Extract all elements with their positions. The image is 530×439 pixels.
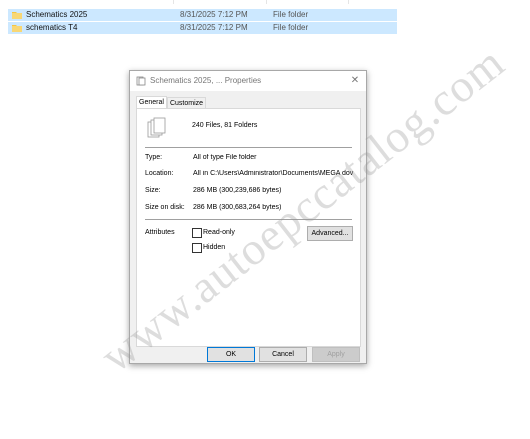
size-on-disk-label: Size on disk: bbox=[145, 204, 185, 211]
file-row-schematics-2025[interactable]: Schematics 2025 8/31/2025 7:12 PM File f… bbox=[8, 9, 397, 21]
file-name: Schematics 2025 bbox=[26, 10, 88, 19]
cancel-button[interactable]: Cancel bbox=[259, 347, 307, 362]
size-value: 286 MB (300,239,686 bytes) bbox=[193, 187, 282, 194]
readonly-checkbox[interactable] bbox=[192, 228, 202, 238]
location-label: Location: bbox=[145, 170, 174, 177]
apply-button[interactable]: Apply bbox=[312, 347, 360, 362]
general-panel: 240 Files, 81 Folders Type: All of type … bbox=[136, 108, 361, 347]
summary-text: 240 Files, 81 Folders bbox=[192, 122, 258, 129]
advanced-button[interactable]: Advanced... bbox=[307, 226, 353, 241]
hidden-checkbox[interactable] bbox=[192, 243, 202, 253]
properties-dialog: Schematics 2025, ... Properties ✕ Genera… bbox=[129, 70, 367, 364]
file-type: File folder bbox=[273, 23, 309, 32]
size-label: Size: bbox=[145, 187, 161, 194]
column-separator bbox=[266, 0, 267, 4]
dialog-title: Schematics 2025, ... Properties bbox=[150, 76, 262, 85]
hidden-label: Hidden bbox=[203, 244, 226, 251]
folder-properties-icon bbox=[136, 76, 146, 86]
type-value: All of type File folder bbox=[193, 154, 257, 161]
folder-icon bbox=[12, 24, 22, 32]
multiple-files-icon bbox=[147, 117, 167, 143]
size-on-disk-value: 286 MB (300,683,264 bytes) bbox=[193, 204, 282, 211]
folder-icon bbox=[12, 11, 22, 19]
column-separator bbox=[348, 0, 349, 4]
file-type: File folder bbox=[273, 10, 309, 19]
column-separator bbox=[173, 0, 174, 4]
file-list: Schematics 2025 8/31/2025 7:12 PM File f… bbox=[8, 0, 397, 36]
file-row-schematics-t4[interactable]: schematics T4 8/31/2025 7:12 PM File fol… bbox=[8, 22, 397, 34]
readonly-label: Read-only bbox=[203, 229, 235, 236]
ok-button[interactable]: OK bbox=[207, 347, 255, 362]
attributes-label: Attributes bbox=[145, 229, 175, 236]
file-date: 8/31/2025 7:12 PM bbox=[180, 10, 248, 19]
type-label: Type: bbox=[145, 154, 163, 161]
location-value: All in C:\Users\Administrator\Documents\… bbox=[193, 170, 354, 177]
divider bbox=[145, 219, 352, 220]
dialog-titlebar[interactable]: Schematics 2025, ... Properties ✕ bbox=[130, 71, 366, 91]
file-name: schematics T4 bbox=[26, 23, 78, 32]
file-date: 8/31/2025 7:12 PM bbox=[180, 23, 248, 32]
divider bbox=[145, 147, 352, 148]
close-icon[interactable]: ✕ bbox=[348, 74, 362, 88]
